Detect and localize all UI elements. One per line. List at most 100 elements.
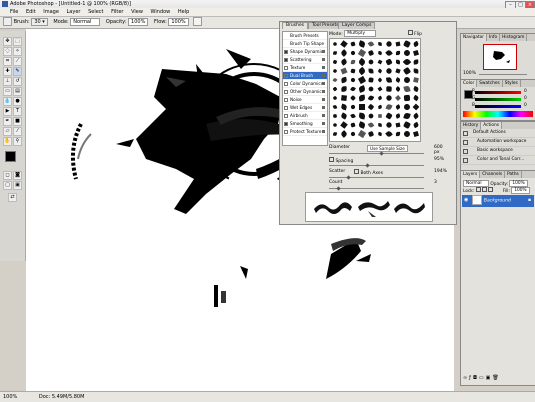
brush-option-checkbox[interactable] [284, 90, 288, 94]
brush-preset-thumb[interactable] [339, 120, 348, 129]
brush-preset-thumb[interactable] [357, 57, 366, 66]
layer-opacity-field[interactable]: 100% [509, 180, 528, 187]
menu-filter[interactable]: Filter [111, 9, 123, 15]
brush-preset-thumb[interactable] [402, 93, 411, 102]
status-zoom[interactable]: 100% [3, 394, 17, 400]
brush-preset-thumb[interactable] [330, 57, 339, 66]
lock-icon[interactable] [322, 113, 325, 117]
brush-preset-thumb[interactable] [357, 111, 366, 120]
brush-preset-thumb[interactable] [393, 84, 402, 93]
brush-preset-thumb[interactable] [375, 66, 384, 75]
spacing-checkbox[interactable] [329, 157, 334, 162]
brush-preset-thumb[interactable] [348, 75, 357, 84]
brush-preset-thumb[interactable] [330, 93, 339, 102]
lasso-tool-icon[interactable]: ◌ [3, 47, 12, 56]
brush-option-item[interactable]: Protect Texture [283, 128, 327, 136]
crop-tool-icon[interactable]: ⌗ [3, 57, 12, 66]
action-toggle-icon[interactable] [463, 149, 468, 154]
brush-preset-thumb[interactable] [393, 102, 402, 111]
navigator-zoom[interactable]: 100% [463, 71, 476, 76]
brush-preset-thumb[interactable] [384, 93, 393, 102]
brush-preset-thumb[interactable] [384, 129, 393, 138]
brush-preset-thumb[interactable] [357, 39, 366, 48]
brush-preset-thumb[interactable] [330, 129, 339, 138]
brush-preset-thumb[interactable] [366, 129, 375, 138]
brush-mode-select[interactable]: Multiply [344, 30, 377, 37]
tab-navigator[interactable]: Navigator [461, 34, 488, 41]
brush-preset-thumb[interactable] [402, 66, 411, 75]
lock-icon[interactable] [322, 97, 325, 101]
flip-checkbox[interactable] [407, 30, 413, 35]
brush-preset-thumb[interactable] [366, 102, 375, 111]
brush-preset-thumb[interactable] [339, 102, 348, 111]
brush-preset-thumb[interactable] [366, 111, 375, 120]
brush-preset-thumb[interactable] [375, 120, 384, 129]
move-tool-icon[interactable]: ✥ [3, 37, 12, 46]
blue-slider[interactable] [475, 105, 521, 108]
brush-option-item[interactable]: Color Dynamics [283, 80, 327, 88]
brush-preset-thumb[interactable] [339, 129, 348, 138]
tab-swatches[interactable]: Swatches [477, 80, 503, 87]
use-sample-size-button[interactable]: Use Sample Size [367, 145, 408, 152]
tab-info[interactable]: Info [487, 34, 501, 41]
lock-transparency-icon[interactable] [475, 187, 481, 192]
action-toggle-icon[interactable] [463, 158, 468, 163]
brush-preset-thumb[interactable] [393, 39, 402, 48]
brush-preset-thumb[interactable] [348, 102, 357, 111]
standard-mode-icon[interactable]: ◻ [3, 171, 12, 180]
brush-preset-thumb[interactable] [393, 48, 402, 57]
brush-preset-thumb[interactable] [330, 48, 339, 57]
lock-icon[interactable] [322, 89, 325, 93]
brush-option-item[interactable]: Airbrush [283, 112, 327, 120]
brush-preset-thumb[interactable] [339, 66, 348, 75]
tab-color[interactable]: Color [461, 80, 478, 87]
brush-preset-thumb[interactable] [366, 84, 375, 93]
brush-preset-thumb[interactable] [375, 84, 384, 93]
brush-preset-thumb[interactable] [357, 75, 366, 84]
brush-preset-thumb[interactable] [384, 66, 393, 75]
menu-select[interactable]: Select [88, 9, 103, 15]
brush-option-item[interactable]: Scattering [283, 56, 327, 64]
brush-preset-thumb[interactable] [393, 66, 402, 75]
brush-preset-thumb[interactable] [402, 39, 411, 48]
eye-icon[interactable]: ◉ [464, 197, 469, 203]
scatter-slider-track[interactable] [329, 177, 424, 178]
brush-preset-thumb[interactable] [411, 120, 420, 129]
flow-field[interactable]: 100% [168, 17, 189, 26]
brush-option-item[interactable]: Noise [283, 96, 327, 104]
brush-preset-thumb[interactable] [357, 48, 366, 57]
brush-preset-grid[interactable] [329, 38, 421, 142]
lock-pixels-icon[interactable] [482, 187, 487, 192]
brush-preset-thumb[interactable] [411, 93, 420, 102]
brush-option-checkbox[interactable] [284, 122, 288, 126]
layer-blend-select[interactable]: Normal [463, 180, 489, 187]
lock-icon[interactable] [322, 105, 325, 109]
brush-preset-thumb[interactable] [402, 48, 411, 57]
marquee-tool-icon[interactable]: ⬚ [13, 37, 22, 46]
brush-preset-thumb[interactable] [339, 111, 348, 120]
menu-image[interactable]: Image [43, 9, 59, 15]
brush-preset-thumb[interactable] [375, 93, 384, 102]
menu-file[interactable]: File [10, 9, 18, 15]
lock-icon[interactable] [322, 129, 325, 133]
tab-brushes[interactable]: Brushes [282, 22, 309, 29]
mode-select[interactable]: Normal [70, 17, 101, 26]
green-value[interactable]: 0 [524, 96, 527, 101]
brush-option-item[interactable]: Smoothing [283, 120, 327, 128]
lock-icon[interactable] [322, 57, 325, 61]
scatter-slider-knob[interactable] [345, 174, 351, 180]
delete-layer-icon[interactable]: 🗑 [492, 375, 500, 381]
brush-preset-thumb[interactable] [384, 120, 393, 129]
brush-preset-thumb[interactable] [339, 75, 348, 84]
pen-tool-icon[interactable]: ✒ [3, 117, 12, 126]
lock-icon[interactable] [322, 81, 325, 85]
notes-tool-icon[interactable]: ▱ [3, 127, 12, 136]
brush-preset-thumb[interactable] [357, 120, 366, 129]
brush-preset-thumb[interactable] [348, 84, 357, 93]
zoom-tool-icon[interactable]: ⚲ [13, 137, 22, 146]
action-item[interactable]: Basic workspace [461, 147, 535, 156]
brush-preset-thumb[interactable] [339, 84, 348, 93]
brush-preset-thumb[interactable] [411, 39, 420, 48]
fullscreen-mode-icon[interactable]: ▣ [13, 181, 22, 190]
brush-preset-thumb[interactable] [393, 93, 402, 102]
